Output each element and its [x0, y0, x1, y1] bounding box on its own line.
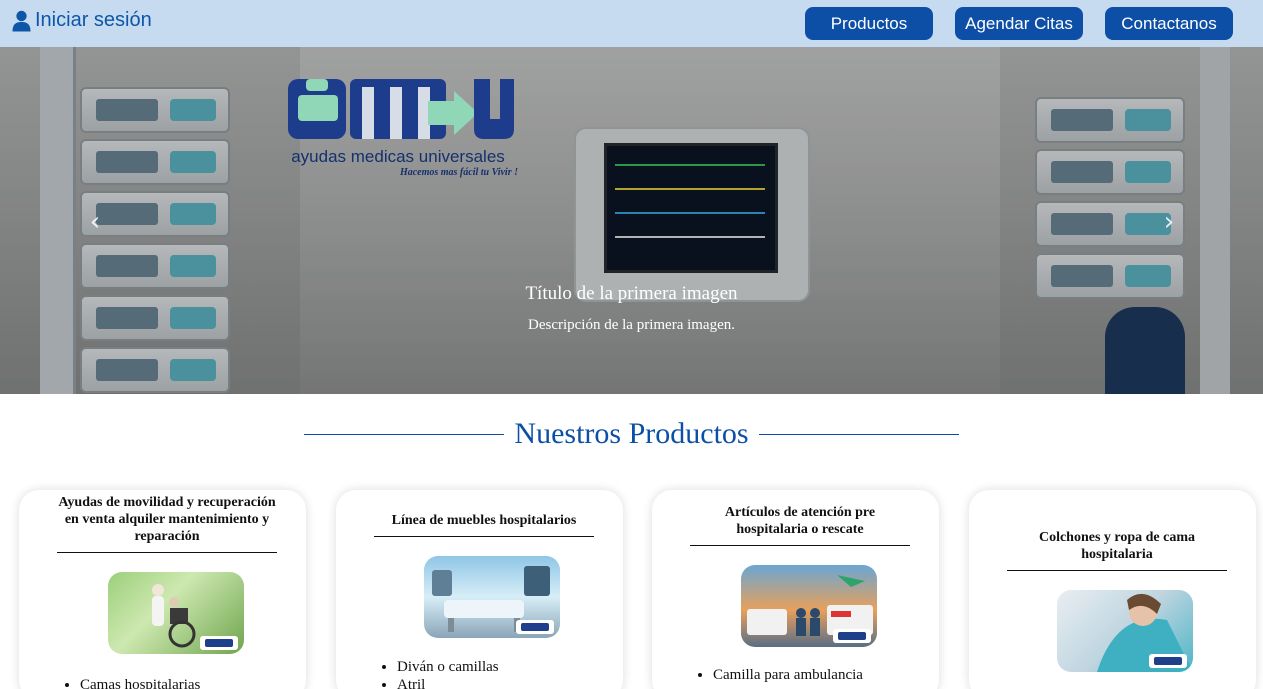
product-card-title: Línea de muebles hospitalarios: [374, 512, 594, 537]
product-card-title: Colchones y ropa de cama hospitalaria: [1007, 529, 1227, 571]
brand-watermark-logo: [833, 629, 871, 643]
brand-logo-mark: [288, 79, 514, 139]
brand-logo: ayudas medicas universales Hacemos mas f…: [278, 75, 518, 185]
chevron-right-icon: ›: [1163, 207, 1175, 237]
brand-logo-slogan: Hacemos mas fácil tu Vivir !: [399, 167, 518, 178]
product-card-list: Camas hospitalarias: [56, 676, 200, 689]
product-card-image-hospital-room: [424, 556, 560, 638]
product-card-list: Camilla para ambulancia: [689, 666, 863, 684]
heading-rule-left: [304, 433, 505, 435]
product-card-movilidad[interactable]: Ayudas de movilidad y recuperación en ve…: [19, 490, 306, 689]
brand-watermark-logo: [516, 620, 554, 634]
brand-watermark-logo: [1149, 654, 1187, 668]
heading-rule-right: [758, 433, 959, 435]
login-link[interactable]: Iniciar sesión: [12, 9, 152, 32]
nav-contactanos-button[interactable]: Contactanos: [1105, 7, 1233, 40]
user-icon: [12, 10, 31, 31]
nav-agendar-citas-button[interactable]: Agendar Citas: [955, 7, 1083, 40]
product-card-muebles[interactable]: Línea de muebles hospitalarios Diván o c…: [336, 490, 623, 689]
product-card-image-bedding: [1057, 590, 1193, 672]
carousel-caption-title: Título de la primera imagen: [525, 283, 738, 304]
list-item: Camas hospitalarias: [80, 676, 200, 689]
product-card-title: Artículos de atención pre hospitalaria o…: [690, 504, 910, 546]
products-section-title: Nuestros Productos: [514, 417, 749, 450]
product-card-image-wheelchair: [108, 572, 244, 654]
brand-watermark-logo: [200, 636, 238, 650]
carousel-caption-description: Descripción de la primera imagen.: [528, 317, 735, 333]
product-card-rescate[interactable]: Artículos de atención pre hospitalaria o…: [652, 490, 939, 689]
carousel-prev-button[interactable]: ‹: [80, 207, 110, 237]
top-navbar: Iniciar sesión Productos Agendar Citas C…: [0, 0, 1263, 47]
list-item: Camilla para ambulancia: [713, 666, 863, 684]
carousel-caption: Título de la primera imagen Descripción …: [0, 283, 1263, 334]
hero-carousel: ayudas medicas universales Hacemos mas f…: [0, 47, 1263, 394]
product-card-title: Ayudas de movilidad y recuperación en ve…: [57, 494, 277, 553]
chevron-left-icon: ‹: [89, 207, 101, 237]
login-label: Iniciar sesión: [35, 9, 152, 31]
hero-overlay: [0, 47, 1263, 394]
list-item: Diván o camillas: [397, 658, 499, 676]
product-card-list: Diván o camillas Atril: [373, 658, 499, 689]
products-section-heading: Nuestros Productos: [0, 412, 1263, 456]
list-item: Atril: [397, 676, 499, 689]
brand-logo-text: ayudas medicas universales: [291, 147, 505, 166]
product-card-image-ambulance: [741, 565, 877, 647]
carousel-next-button[interactable]: ›: [1154, 207, 1184, 237]
product-card-colchones[interactable]: Colchones y ropa de cama hospitalaria: [969, 490, 1256, 689]
nav-productos-button[interactable]: Productos: [805, 7, 933, 40]
